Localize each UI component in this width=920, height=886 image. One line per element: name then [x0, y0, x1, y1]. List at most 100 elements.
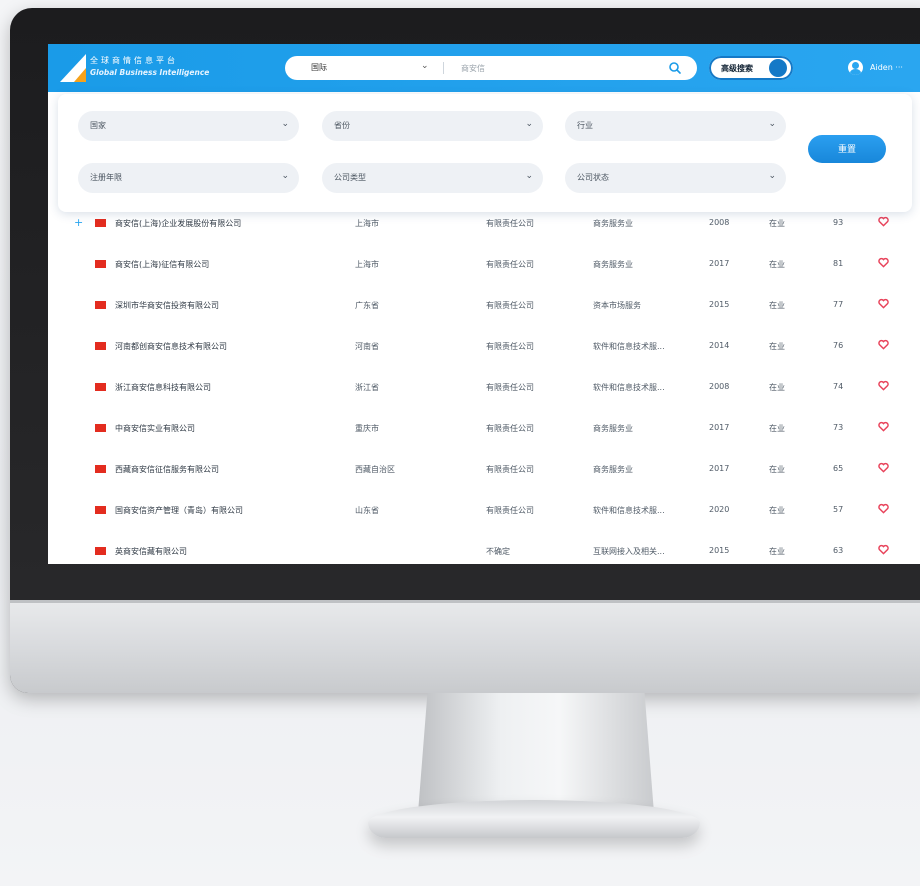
china-flag-icon [95, 260, 106, 268]
china-flag-icon [95, 547, 106, 555]
favorite-heart-icon[interactable] [878, 503, 889, 514]
chevron-down-icon: ⌄ [525, 171, 533, 181]
table-row[interactable]: 国商安信资产管理（青岛）有限公司 山东省 有限责任公司 软件和信息技术服... … [48, 491, 920, 532]
search-icon[interactable] [667, 60, 683, 76]
brand-title-en: Global Business Intelligence [90, 68, 210, 77]
company-name[interactable]: 西藏商安信征信服务有限公司 [115, 464, 219, 475]
company-name[interactable]: 英商安信藏有限公司 [115, 546, 187, 557]
brand-title-cn: 全球商情信息平台 [90, 56, 178, 65]
favorite-heart-icon[interactable] [878, 544, 889, 555]
chevron-down-icon[interactable]: ⌄ [421, 61, 429, 71]
company-year: 2017 [709, 423, 730, 432]
favorite-heart-icon[interactable] [878, 339, 889, 350]
industry-select[interactable]: 行业 ⌄ [565, 111, 786, 141]
company-type-select[interactable]: 公司类型 ⌄ [322, 163, 543, 193]
toggle-knob-icon [769, 59, 787, 77]
search-bar: 国际 ⌄ [285, 56, 697, 80]
province-select-label: 省份 [334, 121, 350, 130]
chevron-down-icon: ⌄ [768, 119, 776, 129]
company-year: 2017 [709, 259, 730, 268]
company-score: 93 [833, 218, 844, 227]
company-year: 2020 [709, 505, 730, 514]
monitor-stand-neck [418, 693, 654, 813]
favorite-heart-icon[interactable] [878, 257, 889, 268]
country-select[interactable]: 国家 ⌄ [78, 111, 299, 141]
company-type: 有限责任公司 [486, 301, 534, 310]
company-type: 有限责任公司 [486, 342, 534, 351]
company-name[interactable]: 深圳市华商安信投资有限公司 [115, 300, 219, 311]
table-row[interactable]: 商安信(上海)征信有限公司 上海市 有限责任公司 商务服务业 2017 在业 8… [48, 245, 920, 286]
company-province: 河南省 [355, 342, 379, 351]
favorite-heart-icon[interactable] [878, 298, 889, 309]
company-year: 2015 [709, 300, 730, 309]
company-status: 在业 [769, 260, 785, 269]
china-flag-icon [95, 506, 106, 514]
company-year: 2017 [709, 464, 730, 473]
reset-button[interactable]: 重置 [808, 135, 886, 163]
company-score: 74 [833, 382, 844, 391]
china-flag-icon [95, 383, 106, 391]
company-score: 77 [833, 300, 844, 309]
favorite-heart-icon[interactable] [878, 380, 889, 391]
company-status: 在业 [769, 506, 785, 515]
company-industry: 软件和信息技术服... [593, 342, 665, 351]
company-province: 上海市 [355, 219, 379, 228]
company-name[interactable]: 浙江商安信息科技有限公司 [115, 382, 211, 393]
company-status: 在业 [769, 383, 785, 392]
company-status: 在业 [769, 342, 785, 351]
province-select[interactable]: 省份 ⌄ [322, 111, 543, 141]
company-province: 浙江省 [355, 383, 379, 392]
company-status-label: 公司状态 [577, 173, 609, 182]
company-type: 有限责任公司 [486, 424, 534, 433]
china-flag-icon [95, 301, 106, 309]
company-province: 上海市 [355, 260, 379, 269]
company-name[interactable]: 国商安信资产管理（青岛）有限公司 [115, 505, 243, 516]
company-industry: 商务服务业 [593, 465, 633, 474]
table-row[interactable]: 英商安信藏有限公司 不确定 互联网接入及相关... 2015 在业 63 [48, 532, 920, 564]
company-province: 重庆市 [355, 424, 379, 433]
registration-years-label: 注册年限 [90, 173, 122, 182]
monitor-chin [10, 600, 920, 693]
chevron-down-icon: ⌄ [281, 119, 289, 129]
chevron-down-icon: ⌄ [768, 171, 776, 181]
search-divider [443, 62, 444, 74]
expand-plus-icon[interactable]: + [74, 216, 83, 229]
filter-panel: 国家 ⌄ 省份 ⌄ 行业 ⌄ 注册年限 ⌄ 公司类型 ⌄ 公司状态 ⌄ 重置 [58, 94, 912, 212]
advanced-search-toggle[interactable]: 高级搜索 [709, 56, 793, 80]
company-status-select[interactable]: 公司状态 ⌄ [565, 163, 786, 193]
company-industry: 商务服务业 [593, 424, 633, 433]
company-score: 63 [833, 546, 844, 555]
table-row[interactable]: 西藏商安信征信服务有限公司 西藏自治区 有限责任公司 商务服务业 2017 在业… [48, 450, 920, 491]
company-status: 在业 [769, 301, 785, 310]
company-name[interactable]: 商安信(上海)企业发展股份有限公司 [115, 218, 241, 229]
favorite-heart-icon[interactable] [878, 421, 889, 432]
favorite-heart-icon[interactable] [878, 216, 889, 227]
company-name[interactable]: 商安信(上海)征信有限公司 [115, 259, 209, 270]
company-type: 有限责任公司 [486, 219, 534, 228]
table-row[interactable]: 浙江商安信息科技有限公司 浙江省 有限责任公司 软件和信息技术服... 2008… [48, 368, 920, 409]
monitor-stand-base [368, 800, 700, 838]
favorite-heart-icon[interactable] [878, 462, 889, 473]
registration-years-select[interactable]: 注册年限 ⌄ [78, 163, 299, 193]
company-type: 有限责任公司 [486, 383, 534, 392]
chevron-down-icon: ⌄ [525, 119, 533, 129]
company-year: 2015 [709, 546, 730, 555]
company-type-label: 公司类型 [334, 173, 366, 182]
company-province: 西藏自治区 [355, 465, 395, 474]
monitor-chin-divider [10, 600, 920, 603]
search-input[interactable] [461, 60, 651, 76]
table-row[interactable]: 深圳市华商安信投资有限公司 广东省 有限责任公司 资本市场服务 2015 在业 … [48, 286, 920, 327]
search-region-select[interactable]: 国际 [311, 62, 327, 73]
advanced-search-label: 高级搜索 [721, 64, 753, 73]
company-type: 不确定 [486, 547, 510, 556]
user-avatar-icon [848, 60, 863, 75]
company-status: 在业 [769, 465, 785, 474]
table-row[interactable]: 中商安信实业有限公司 重庆市 有限责任公司 商务服务业 2017 在业 73 [48, 409, 920, 450]
industry-select-label: 行业 [577, 121, 593, 130]
company-score: 57 [833, 505, 844, 514]
company-name[interactable]: 中商安信实业有限公司 [115, 423, 195, 434]
table-row[interactable]: 河南都创商安信息技术有限公司 河南省 有限责任公司 软件和信息技术服... 20… [48, 327, 920, 368]
company-name[interactable]: 河南都创商安信息技术有限公司 [115, 341, 227, 352]
company-industry: 软件和信息技术服... [593, 383, 665, 392]
company-score: 73 [833, 423, 844, 432]
